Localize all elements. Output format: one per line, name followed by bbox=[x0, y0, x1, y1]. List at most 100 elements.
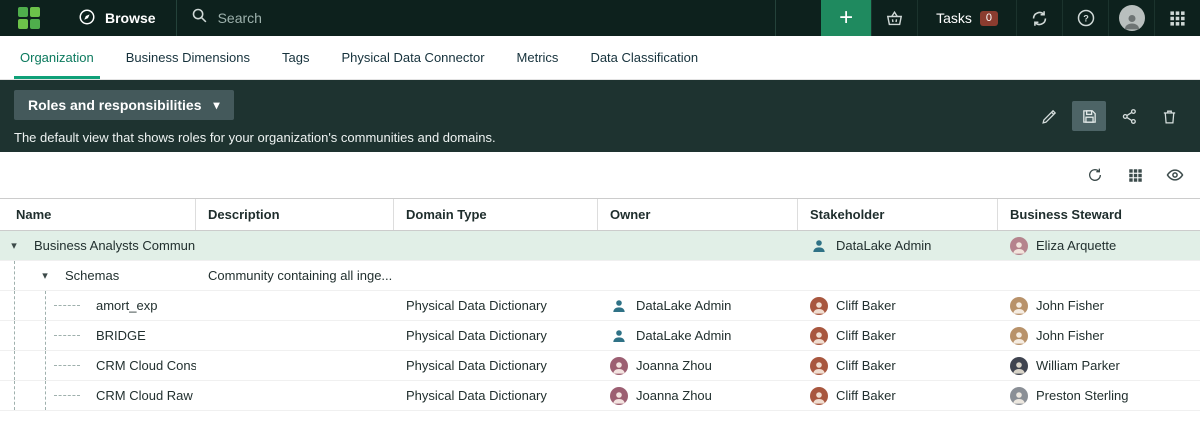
search-input[interactable] bbox=[218, 10, 761, 26]
owner-cell: Joanna Zhou bbox=[598, 351, 798, 380]
user-name[interactable]: Cliff Baker bbox=[836, 358, 896, 373]
share-icon bbox=[1121, 108, 1138, 125]
stakeholder-cell bbox=[798, 261, 998, 290]
tree-branch-line bbox=[54, 395, 80, 396]
admin-user-icon bbox=[810, 237, 828, 255]
user-name[interactable]: John Fisher bbox=[1036, 328, 1104, 343]
grid-icon bbox=[1128, 168, 1143, 183]
column-header-description[interactable]: Description bbox=[196, 199, 394, 230]
shopping-basket-button[interactable] bbox=[871, 0, 917, 36]
sync-button[interactable] bbox=[1016, 0, 1062, 36]
tab-physical-data-connector[interactable]: Physical Data Connector bbox=[325, 36, 500, 79]
asset-name[interactable]: amort_exp bbox=[96, 298, 157, 313]
edit-view-button[interactable] bbox=[1032, 101, 1066, 131]
tree-guide-line bbox=[14, 291, 15, 320]
user-avatar bbox=[1010, 387, 1028, 405]
user-avatar bbox=[810, 357, 828, 375]
tree-branch-line bbox=[54, 365, 80, 366]
admin-user-icon bbox=[610, 327, 628, 345]
table-row[interactable]: ▾ Schemas Community containing all inge.… bbox=[0, 261, 1200, 291]
tab-label: Data Classification bbox=[590, 50, 698, 65]
user-name[interactable]: Cliff Baker bbox=[836, 298, 896, 313]
browse-button[interactable]: Browse bbox=[58, 0, 176, 36]
svg-text:?: ? bbox=[1083, 13, 1089, 23]
owner-cell: Joanna Zhou bbox=[598, 381, 798, 410]
asset-name[interactable]: Business Analysts Commun... bbox=[34, 238, 196, 253]
tasks-button[interactable]: Tasks 0 bbox=[917, 0, 1016, 36]
tree-collapse-icon[interactable]: ▾ bbox=[39, 269, 51, 282]
delete-view-button[interactable] bbox=[1152, 101, 1186, 131]
column-header-business-steward[interactable]: Business Steward bbox=[998, 199, 1200, 230]
column-header-domain-type[interactable]: Domain Type bbox=[394, 199, 598, 230]
user-name[interactable]: Eliza Arquette bbox=[1036, 238, 1116, 253]
tab-business-dimensions[interactable]: Business Dimensions bbox=[110, 36, 266, 79]
help-button[interactable]: ? bbox=[1062, 0, 1108, 36]
user-name[interactable]: John Fisher bbox=[1036, 298, 1104, 313]
column-header-name[interactable]: Name bbox=[0, 199, 196, 230]
visibility-button[interactable] bbox=[1160, 161, 1190, 189]
user-name[interactable]: Joanna Zhou bbox=[636, 358, 712, 373]
refresh-button[interactable] bbox=[1080, 161, 1110, 189]
domain-type-cell: Physical Data Dictionary bbox=[394, 321, 598, 350]
table-row[interactable]: BRIDGE Physical Data Dictionary DataLake… bbox=[0, 321, 1200, 351]
share-view-button[interactable] bbox=[1112, 101, 1146, 131]
stakeholder-cell: Cliff Baker bbox=[798, 381, 998, 410]
tab-tags[interactable]: Tags bbox=[266, 36, 325, 79]
add-button[interactable]: + bbox=[821, 0, 871, 36]
search-icon bbox=[191, 7, 208, 29]
user-name[interactable]: Joanna Zhou bbox=[636, 388, 712, 403]
stakeholder-cell: Cliff Baker bbox=[798, 351, 998, 380]
user-avatar bbox=[610, 387, 628, 405]
tree-guide-line bbox=[14, 321, 15, 350]
asset-name[interactable]: BRIDGE bbox=[96, 328, 146, 343]
user-name[interactable]: Preston Sterling bbox=[1036, 388, 1129, 403]
user-avatar bbox=[810, 387, 828, 405]
plus-icon: + bbox=[839, 6, 853, 30]
tree-guide-line bbox=[45, 291, 46, 320]
view-selector-dropdown[interactable]: Roles and responsibilities ▾ bbox=[14, 90, 234, 120]
top-navigation-bar: Browse + Tasks 0 bbox=[0, 0, 1200, 36]
user-name[interactable]: DataLake Admin bbox=[636, 328, 731, 343]
apps-grid-button[interactable] bbox=[1154, 0, 1200, 36]
domain-type-cell: Physical Data Dictionary bbox=[394, 381, 598, 410]
collibra-logo[interactable] bbox=[0, 0, 58, 36]
save-view-button[interactable] bbox=[1072, 101, 1106, 131]
user-name[interactable]: William Parker bbox=[1036, 358, 1120, 373]
asset-name[interactable]: CRM Cloud Raw Data bbox=[96, 388, 196, 403]
user-name[interactable]: Cliff Baker bbox=[836, 328, 896, 343]
table-row[interactable]: CRM Cloud Raw Data Physical Data Diction… bbox=[0, 381, 1200, 411]
table-row[interactable]: amort_exp Physical Data Dictionary DataL… bbox=[0, 291, 1200, 321]
table-row[interactable]: ▾ Business Analysts Commun... DataLake A… bbox=[0, 231, 1200, 261]
pencil-icon bbox=[1041, 108, 1058, 125]
tab-organization[interactable]: Organization bbox=[4, 36, 110, 79]
table-view-button[interactable] bbox=[1120, 161, 1150, 189]
asset-name[interactable]: Schemas bbox=[65, 268, 119, 283]
column-header-stakeholder[interactable]: Stakeholder bbox=[798, 199, 998, 230]
user-avatar bbox=[810, 327, 828, 345]
eye-icon bbox=[1166, 166, 1184, 184]
asset-name[interactable]: CRM Cloud Consum... bbox=[96, 358, 196, 373]
owner-cell bbox=[598, 261, 798, 290]
user-avatar bbox=[1010, 357, 1028, 375]
user-name[interactable]: DataLake Admin bbox=[636, 298, 731, 313]
tab-data-classification[interactable]: Data Classification bbox=[574, 36, 714, 79]
user-avatar bbox=[1010, 297, 1028, 315]
view-description: The default view that shows roles for yo… bbox=[14, 130, 496, 145]
stakeholder-cell: DataLake Admin bbox=[798, 231, 998, 260]
user-name[interactable]: Cliff Baker bbox=[836, 388, 896, 403]
tab-metrics[interactable]: Metrics bbox=[501, 36, 575, 79]
description-cell bbox=[196, 381, 394, 410]
user-name[interactable]: DataLake Admin bbox=[836, 238, 931, 253]
tree-guide-line bbox=[45, 381, 46, 410]
user-avatar bbox=[1119, 5, 1145, 31]
column-header-owner[interactable]: Owner bbox=[598, 199, 798, 230]
tree-collapse-icon[interactable]: ▾ bbox=[8, 239, 20, 252]
view-selector-label: Roles and responsibilities bbox=[28, 97, 202, 113]
table-row[interactable]: CRM Cloud Consum... Physical Data Dictio… bbox=[0, 351, 1200, 381]
user-menu-button[interactable] bbox=[1108, 0, 1154, 36]
tab-label: Business Dimensions bbox=[126, 50, 250, 65]
view-actions bbox=[1032, 90, 1186, 142]
business-steward-cell bbox=[998, 261, 1200, 290]
user-avatar bbox=[610, 357, 628, 375]
tab-label: Organization bbox=[20, 50, 94, 65]
